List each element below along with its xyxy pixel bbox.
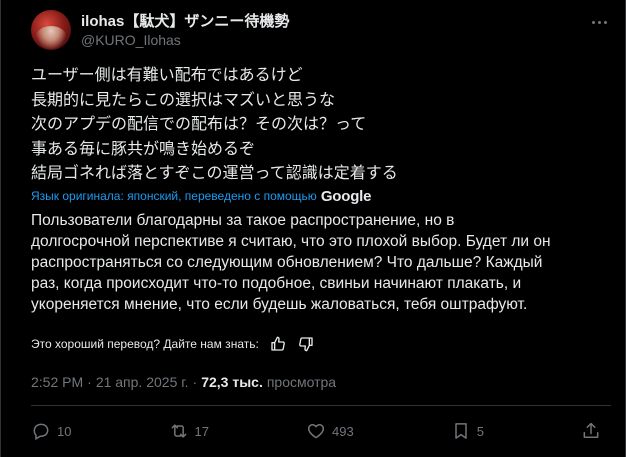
thumbs-down-icon[interactable] [297,335,315,353]
bookmark-icon [454,423,467,439]
author-names: ilohas【駄犬】ザンニー待機勢 @KURO_Ilohas [81,12,289,49]
translation-notice-text[interactable]: Язык оригинала: японский, переведено с п… [31,189,317,203]
tweet-meta: 2:52 PM · 21 апр. 2025 г. · 72,3 тыс. пр… [31,372,336,392]
reply-icon [33,423,49,441]
divider [31,405,611,406]
repost-icon [171,424,186,438]
avatar[interactable] [31,10,71,50]
translation-line: Пользователи благодарны за такое распрос… [31,212,455,229]
original-line: 結局ゴネれば落とすぞこの運営って認識は定着する [31,165,398,182]
tweet: ilohas【駄犬】ザンニー待機勢 @KURO_Ilohas ユーザー側は有難い… [0,0,626,457]
meta-separator: · [87,374,92,390]
like-button[interactable]: 493 [306,421,354,441]
reply-button[interactable]: 10 [31,421,71,441]
tweet-header: ilohas【駄犬】ザンニー待機勢 @KURO_Ilohas [31,8,289,52]
original-line: 次のアプデの配信での配布は？その次は？って [31,116,367,133]
author-handle[interactable]: @KURO_Ilohas [81,31,289,49]
bookmark-button[interactable]: 5 [451,421,484,441]
feedback-prompt: Это хороший перевод? Дайте нам знать: [31,337,259,351]
more-icon[interactable] [587,12,611,32]
tweet-time[interactable]: 2:52 PM [31,374,83,390]
views-label: просмотра [266,374,337,390]
reply-count: 10 [57,423,72,439]
google-logo: Google [320,187,372,205]
views-count[interactable]: 72,3 тыс. [201,374,263,390]
share-icon [583,422,599,438]
like-count: 493 [332,423,354,439]
translation-feedback: Это хороший перевод? Дайте нам знать: [31,333,315,355]
meta-separator: · [192,374,198,390]
original-line: ユーザー側は有難い配布ではあるけど [31,67,303,84]
translation-line: распространяться со следующим обновление… [31,254,543,271]
bookmark-count: 5 [476,423,484,439]
translation-line: долгосрочной перспективе я считаю, что э… [31,233,551,250]
original-line: 事ある毎に豚共が鳴き始めるぞ [31,140,256,158]
action-bar: 10 17 493 5 [31,418,601,444]
author-display-name[interactable]: ilohas【駄犬】ザンニー待機勢 [81,12,289,31]
repost-button[interactable]: 17 [169,421,209,441]
share-button[interactable] [581,421,601,441]
original-text: ユーザー側は有難い配布ではあるけど 長期的に見たらこの選択はマズいと思うな 次の… [31,64,591,187]
translation-line: раз, когда происходит что-то подобное, с… [31,275,522,292]
translation-notice[interactable]: Язык оригинала: японский, переведено с п… [31,186,371,206]
translation-line: укореняется мнение, что если будешь жало… [31,296,528,313]
original-line: 長期的に見たらこの選択はマズいと思うな [31,91,336,109]
tweet-date[interactable]: 21 апр. 2025 г. [96,374,189,390]
translated-text: Пользователи благодарны за такое распрос… [31,210,611,315]
like-icon [307,424,325,439]
thumbs-up-icon[interactable] [269,335,287,353]
repost-count: 17 [194,423,209,439]
